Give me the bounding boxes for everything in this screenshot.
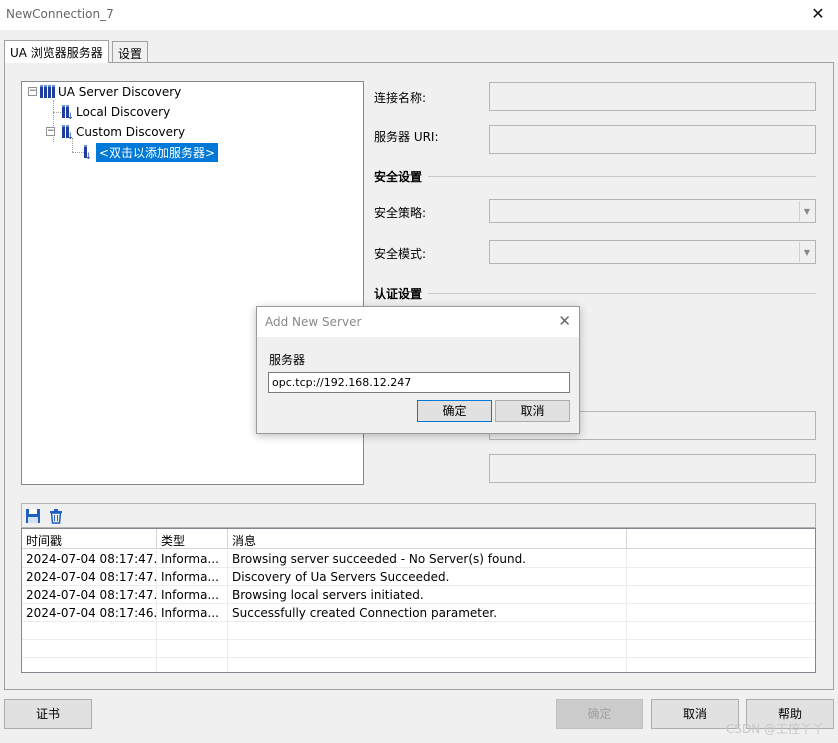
- delete-icon[interactable]: [48, 508, 64, 524]
- server-uri-field[interactable]: [489, 125, 816, 154]
- tree-node-label: Custom Discovery: [76, 125, 186, 139]
- security-mode-label: 安全模式:: [374, 247, 427, 261]
- log-header: 时间戳 类型 消息: [22, 529, 815, 549]
- table-row[interactable]: 2024-07-04 08:17:47... Informa... Browsi…: [22, 586, 815, 604]
- server-icon: ↓: [62, 105, 74, 122]
- server-group-icon: [40, 85, 56, 99]
- close-icon[interactable]: ✕: [808, 4, 828, 23]
- security-mode-select[interactable]: ▼: [489, 240, 816, 264]
- log-message: Browsing local servers initiated.: [228, 586, 627, 604]
- window-title: NewConnection_7: [6, 7, 114, 21]
- empty-cell: [157, 658, 228, 672]
- save-icon[interactable]: [25, 508, 41, 524]
- log-time: 2024-07-04 08:17:46...: [22, 604, 157, 622]
- empty-cell: [22, 640, 157, 658]
- ok-button[interactable]: 确定: [556, 699, 643, 729]
- column-header-message[interactable]: 消息: [228, 529, 627, 549]
- server-add-icon: ↓: [84, 145, 92, 162]
- tree-node-custom-discovery[interactable]: − ↓ Custom Discovery: [44, 123, 186, 142]
- auth-section-title: 认证设置: [374, 287, 423, 301]
- log-time: 2024-07-04 08:17:47...: [22, 568, 157, 586]
- log-time: 2024-07-04 08:17:47...: [22, 550, 157, 568]
- server-url-input[interactable]: [268, 372, 570, 393]
- empty-cell: [228, 658, 627, 672]
- empty-cell: [228, 622, 627, 640]
- add-server-dialog: Add New Server ✕ 服务器 确定 取消: [256, 306, 580, 434]
- empty-cell: [157, 622, 228, 640]
- connection-name-field[interactable]: [489, 82, 816, 111]
- tab-browse-servers[interactable]: UA 浏览器服务器: [4, 40, 109, 63]
- tree-node-local-discovery[interactable]: ↓ Local Discovery: [62, 103, 171, 122]
- log-type: Informa...: [157, 568, 228, 586]
- connection-name-label: 连接名称:: [374, 91, 427, 105]
- log-time: 2024-07-04 08:17:47...: [22, 586, 157, 604]
- tree-node-label: Local Discovery: [76, 105, 171, 119]
- chevron-down-icon[interactable]: ▼: [799, 242, 814, 262]
- empty-cell: [228, 640, 627, 658]
- section-divider: [428, 176, 816, 177]
- dialog-title-bar: Add New Server ✕: [257, 307, 579, 337]
- table-row[interactable]: 2024-07-04 08:17:47... Informa... Discov…: [22, 568, 815, 586]
- log-message: Browsing server succeeded - No Server(s)…: [228, 550, 627, 568]
- title-bar: NewConnection_7 ✕: [0, 0, 838, 30]
- table-row-empty: [22, 622, 815, 640]
- table-row[interactable]: 2024-07-04 08:17:46... Informa... Succes…: [22, 604, 815, 622]
- tab-settings[interactable]: 设置: [112, 41, 149, 62]
- log-toolbar: [21, 503, 816, 528]
- column-header-timestamp[interactable]: 时间戳: [22, 529, 157, 549]
- empty-cell: [157, 640, 228, 658]
- security-section-title: 安全设置: [374, 170, 423, 184]
- empty-cell: [22, 658, 157, 672]
- table-row[interactable]: 2024-07-04 08:17:47... Informa... Browsi…: [22, 550, 815, 568]
- table-row-empty: [22, 640, 815, 658]
- tree-node-add-server[interactable]: ↓ <双击以添加服务器>: [84, 142, 219, 162]
- log-table[interactable]: 时间戳 类型 消息 2024-07-04 08:17:47... Informa…: [21, 528, 816, 673]
- empty-cell: [22, 622, 157, 640]
- tab-label: 设置: [118, 47, 143, 61]
- collapse-icon[interactable]: −: [46, 127, 55, 136]
- log-message: Successfully created Connection paramete…: [228, 604, 627, 622]
- tree-node-label: <双击以添加服务器>: [96, 142, 219, 162]
- column-header-type[interactable]: 类型: [157, 529, 228, 549]
- chevron-down-icon[interactable]: ▼: [799, 201, 814, 221]
- server-field-label: 服务器: [269, 353, 306, 367]
- dialog-title: Add New Server: [265, 315, 362, 329]
- tree-node-root[interactable]: − UA Server Discovery: [26, 83, 181, 101]
- certificate-button[interactable]: 证书: [4, 699, 92, 729]
- security-policy-select[interactable]: ▼: [489, 199, 816, 223]
- section-divider: [428, 293, 816, 294]
- tree-connector: [72, 152, 84, 153]
- log-type: Informa...: [157, 586, 228, 604]
- security-policy-label: 安全策略:: [374, 206, 427, 220]
- dialog-ok-button[interactable]: 确定: [417, 400, 492, 422]
- log-type: Informa...: [157, 550, 228, 568]
- tree-node-label: UA Server Discovery: [58, 85, 182, 99]
- auth-field[interactable]: [489, 454, 816, 483]
- close-icon[interactable]: ✕: [558, 312, 571, 330]
- log-message: Discovery of Ua Servers Succeeded.: [228, 568, 627, 586]
- tab-label: UA 浏览器服务器: [10, 46, 103, 60]
- server-icon: ↓: [62, 125, 74, 142]
- collapse-icon[interactable]: −: [28, 87, 37, 96]
- server-uri-label: 服务器 URI:: [374, 130, 439, 144]
- table-row-empty: [22, 658, 815, 672]
- log-type: Informa...: [157, 604, 228, 622]
- watermark: CSDN @工控丫丫: [725, 722, 824, 736]
- dialog-cancel-button[interactable]: 取消: [495, 400, 570, 422]
